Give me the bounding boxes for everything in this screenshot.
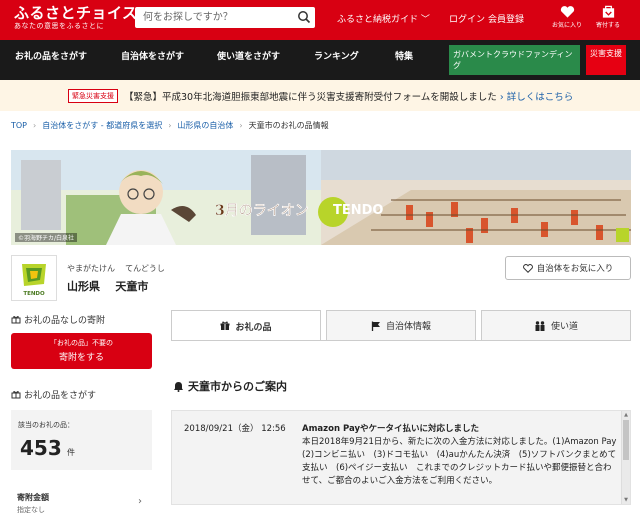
- count-label: 該当のお礼の品：: [18, 421, 74, 429]
- banner-title: 3月のライオン: [215, 203, 309, 219]
- favorite-municipality-label: 自治体をお気に入り: [536, 264, 614, 274]
- search-box: [135, 7, 315, 28]
- nav-item-usage[interactable]: 使い道をさがす: [217, 49, 280, 62]
- chevron-right-icon[interactable]: ›: [138, 496, 142, 507]
- no-gift-heading: お礼の品なしの寄附: [11, 313, 105, 326]
- gift-search-heading-text: お礼の品をさがす: [24, 391, 97, 401]
- breadcrumb-separator: ›: [239, 121, 243, 130]
- disaster-support-link[interactable]: 災害支援: [586, 45, 626, 75]
- municipality-logo-text: TENDO: [23, 291, 45, 297]
- municipality-kana: やまがたけん てんどうし: [67, 263, 165, 274]
- chevron-down-icon: ﹀: [420, 15, 430, 25]
- breadcrumb-separator: ›: [33, 121, 37, 130]
- cart-label: 寄付する: [595, 22, 620, 29]
- people-icon: [535, 320, 545, 331]
- emergency-badge: 緊急災害支援: [68, 89, 118, 103]
- search-icon[interactable]: [297, 10, 311, 24]
- banner-tendo: TENDO: [333, 203, 384, 218]
- promo-banner[interactable]: 3月のライオン TENDO ©羽海野チカ/白泉社: [11, 150, 631, 245]
- nav-item-gifts[interactable]: お礼の品をさがす: [15, 49, 87, 62]
- favorites-label: お気に入り: [551, 22, 582, 29]
- gift-icon: [11, 391, 21, 399]
- banner-copyright: ©羽海野チカ/白泉社: [15, 233, 78, 242]
- scroll-up-icon[interactable]: ▲: [622, 412, 630, 418]
- chevron-right-icon: ›: [499, 92, 504, 103]
- notice-box: 2018/09/21（金） 12:56 Amazon Payやケータイ払いに対応…: [171, 410, 631, 505]
- nav-item-features[interactable]: 特集: [395, 49, 413, 62]
- nav-item-municipalities[interactable]: 自治体をさがす: [121, 49, 184, 62]
- no-gift-button-line2: 寄附をする: [58, 353, 104, 363]
- emergency-message: 【緊急】平成30年北海道胆振東部地震に伴う災害支援寄附受付フォームを開設しました…: [124, 89, 573, 103]
- guide-label: ふるさと納税ガイド: [337, 15, 419, 25]
- notice-scrollbar[interactable]: ▲ ▼: [621, 411, 630, 504]
- banner-illustration: [11, 150, 631, 245]
- result-count-box: 該当のお礼の品： 453 件: [11, 410, 152, 470]
- notice-title[interactable]: Amazon Payやケータイ払いに対応しました: [302, 422, 479, 434]
- no-gift-donation-button[interactable]: 「お礼の品」不要の 寄附をする: [11, 333, 152, 369]
- notice-heading: 天童市からのご案内: [173, 378, 287, 394]
- municipality-name: 山形県 天童市: [67, 278, 148, 294]
- tab-gifts[interactable]: お礼の品: [171, 310, 321, 341]
- logo-title: ふるさとチョイス: [14, 4, 138, 22]
- tab-divider: [171, 340, 631, 341]
- tab-municipality-info[interactable]: 自治体情報: [326, 310, 476, 341]
- breadcrumb-prefecture[interactable]: 自治体をさがす - 都道府県を選択: [42, 121, 162, 130]
- breadcrumb: TOP › 自治体をさがす - 都道府県を選択 › 山形県の自治体 › 天童市のお礼の品情報: [11, 120, 329, 131]
- login-link[interactable]: ログイン: [449, 12, 485, 25]
- breadcrumb-current: 天童市のお礼の品情報: [248, 121, 329, 130]
- site-logo[interactable]: ふるさとチョイス あなたの意思をふるさとに: [14, 4, 138, 31]
- gift-search-heading: お礼の品をさがす: [11, 388, 96, 401]
- guide-menu[interactable]: ふるさと納税ガイド ﹀: [337, 12, 430, 25]
- city-name: 天童市: [115, 280, 149, 293]
- tab-usage-label: 使い道: [550, 322, 578, 332]
- breadcrumb-top[interactable]: TOP: [11, 121, 27, 130]
- prefecture-kana: やまがたけん: [67, 264, 115, 273]
- search-input[interactable]: [135, 7, 287, 28]
- main-nav: お礼の品をさがす 自治体をさがす 使い道をさがす ランキング 特集 ガバメントク…: [0, 40, 640, 80]
- site-header: ふるさとチョイス あなたの意思をふるさとに ふるさと納税ガイド ﹀ ログイン 会…: [0, 0, 640, 40]
- cart-icon: [602, 5, 614, 18]
- prefecture-name: 山形県: [67, 280, 100, 293]
- heart-outline-icon: [522, 263, 533, 273]
- cart-link[interactable]: 寄付する: [592, 5, 624, 29]
- municipality-logo: TENDO: [11, 255, 57, 301]
- count-unit: 件: [67, 448, 75, 457]
- emergency-details-link[interactable]: 詳しくはこちら: [507, 92, 574, 103]
- tab-usage[interactable]: 使い道: [481, 310, 631, 341]
- donation-amount-value: 指定なし: [17, 506, 45, 514]
- scroll-down-icon[interactable]: ▼: [622, 497, 630, 503]
- tendo-logo-icon: [22, 264, 46, 286]
- crowdfunding-link[interactable]: ガバメントクラウドファンディング: [449, 45, 580, 75]
- emergency-bar: 緊急災害支援 【緊急】平成30年北海道胆振東部地震に伴う災害支援寄附受付フォーム…: [0, 80, 640, 111]
- no-gift-button-line1: 「お礼の品」不要の: [50, 339, 113, 347]
- result-count: 453: [20, 436, 62, 460]
- no-gift-heading-text: お礼の品なしの寄附: [24, 316, 106, 326]
- city-kana: てんどうし: [125, 264, 165, 273]
- favorites-link[interactable]: お気に入り: [551, 5, 583, 29]
- flag-icon: [371, 321, 380, 331]
- breadcrumb-separator: ›: [168, 121, 172, 130]
- nav-item-ranking[interactable]: ランキング: [314, 49, 359, 62]
- gift-icon: [220, 321, 230, 330]
- favorite-municipality-button[interactable]: 自治体をお気に入り: [505, 256, 631, 280]
- tab-gifts-label: お礼の品: [235, 322, 272, 333]
- notice-body: 本日2018年9月21日から、新たに次の入金方法に対応しました。(1)Amazo…: [302, 437, 625, 486]
- notice-date: 2018/09/21（金） 12:56: [184, 424, 286, 434]
- notice-heading-text: 天童市からのご案内: [188, 380, 287, 393]
- donation-amount-filter[interactable]: 寄附金額: [17, 492, 49, 503]
- bell-icon: [174, 381, 183, 392]
- gift-icon: [11, 316, 21, 324]
- heart-icon: [560, 6, 574, 18]
- scrollbar-thumb[interactable]: [623, 420, 629, 460]
- emergency-text: 【緊急】平成30年北海道胆振東部地震に伴う災害支援寄附受付フォームを開設しました: [124, 92, 497, 103]
- breadcrumb-municipalities[interactable]: 山形県の自治体: [177, 121, 233, 130]
- logo-tagline: あなたの意思をふるさとに: [14, 22, 104, 30]
- register-link[interactable]: 会員登録: [488, 12, 524, 25]
- tab-municipality-info-label: 自治体情報: [385, 322, 431, 332]
